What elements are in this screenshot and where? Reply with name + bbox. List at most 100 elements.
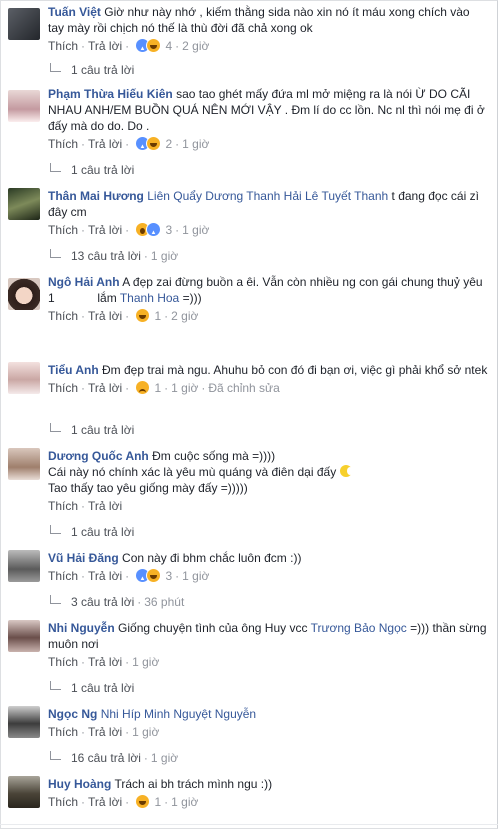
replies-count[interactable]: 16 câu trả lời: [71, 751, 141, 765]
comment-tag[interactable]: Trương Bảo Ngọc: [311, 621, 407, 635]
edited-label[interactable]: Đã chỉnh sửa: [208, 381, 279, 395]
avatar[interactable]: [8, 90, 40, 122]
avatar[interactable]: [8, 620, 40, 652]
replies-count[interactable]: 1 câu trả lời: [71, 63, 134, 77]
comment-time[interactable]: 1 giờ: [132, 725, 159, 739]
comment-actions: Thích·Trả lời· 4·2 giờ: [48, 38, 488, 57]
reactions[interactable]: [135, 794, 151, 809]
reactions[interactable]: [135, 136, 162, 155]
like-reaction-icon: [146, 222, 162, 241]
reply-link[interactable]: Trả lời: [88, 795, 122, 809]
reply-link[interactable]: Trả lời: [88, 223, 122, 237]
comment-tags[interactable]: Nhi Híp Minh Nguyệt Nguyễn: [101, 707, 256, 721]
like-link[interactable]: Thích: [48, 499, 78, 513]
reply-arrow-icon: [50, 249, 61, 258]
like-link[interactable]: Thích: [48, 795, 78, 809]
replies-count[interactable]: 13 câu trả lời: [71, 249, 141, 263]
view-replies[interactable]: 16 câu trả lời · 1 giờ: [50, 750, 178, 766]
replies-count[interactable]: 1 câu trả lời: [71, 423, 134, 437]
reactions[interactable]: [135, 380, 151, 395]
reactions[interactable]: [135, 568, 162, 587]
reactions[interactable]: [135, 38, 162, 57]
view-replies[interactable]: 1 câu trả lời: [50, 62, 134, 78]
comment-text-end: =))): [182, 291, 202, 305]
reply-arrow-icon: [50, 681, 61, 690]
comment-time[interactable]: 2 giờ: [171, 309, 198, 323]
view-replies[interactable]: 1 câu trả lời: [50, 422, 134, 438]
comment-author[interactable]: Phạm Thừa Hiếu Kiên: [48, 87, 173, 101]
comment-author[interactable]: Huy Hoàng: [48, 777, 111, 791]
haha-reaction-icon: [146, 568, 162, 583]
reply-link[interactable]: Trả lời: [88, 569, 122, 583]
view-replies[interactable]: 3 câu trả lời · 36 phút: [50, 594, 184, 610]
replies-time[interactable]: 36 phút: [144, 595, 184, 609]
comment-time[interactable]: 1 giờ: [171, 795, 198, 809]
reply-arrow-icon: [50, 595, 61, 604]
replies-count[interactable]: 1 câu trả lời: [71, 525, 134, 539]
like-link[interactable]: Thích: [48, 39, 78, 53]
comment-author[interactable]: Ngô Hải Anh: [48, 275, 120, 289]
view-replies[interactable]: 13 câu trả lời · 1 giờ: [50, 248, 178, 264]
comment-author[interactable]: Dương Quốc Anh: [48, 449, 149, 463]
reply-link[interactable]: Trả lời: [88, 137, 122, 151]
comment-author[interactable]: Tiểu Anh: [48, 363, 99, 377]
avatar[interactable]: [8, 448, 40, 480]
sad-reaction-icon: [135, 380, 151, 395]
comment-actions: Thích · Trả lời · 1 · 2 giờ: [48, 308, 199, 323]
haha-reaction-icon: [146, 136, 162, 151]
comment-text-cont: lắm: [97, 291, 117, 305]
avatar[interactable]: [8, 776, 40, 808]
comment-text: Đm đẹp trai mà ngu. Ahuhu bỏ con đó đi b…: [102, 363, 488, 377]
comment-author[interactable]: Thân Mai Hương: [48, 189, 144, 203]
replies-count[interactable]: 1 câu trả lời: [71, 163, 134, 177]
avatar[interactable]: [8, 8, 40, 40]
like-link[interactable]: Thích: [48, 309, 78, 323]
avatar[interactable]: [8, 706, 40, 738]
comment-time[interactable]: 1 giờ: [132, 655, 159, 669]
reply-link[interactable]: Trả lời: [88, 499, 122, 513]
avatar[interactable]: [8, 550, 40, 582]
like-link[interactable]: Thích: [48, 725, 78, 739]
reactions[interactable]: [135, 308, 151, 323]
like-link[interactable]: Thích: [48, 223, 78, 237]
like-link[interactable]: Thích: [48, 569, 78, 583]
comment-author[interactable]: Tuấn Việt: [48, 5, 101, 19]
replies-time[interactable]: 1 giờ: [151, 249, 178, 263]
like-link[interactable]: Thích: [48, 137, 78, 151]
reply-arrow-icon: [50, 163, 61, 172]
avatar[interactable]: [8, 362, 40, 394]
avatar[interactable]: [8, 188, 40, 220]
comment-time[interactable]: 1 giờ: [182, 137, 209, 151]
comment-time[interactable]: 1 giờ: [182, 569, 209, 583]
view-replies[interactable]: 1 câu trả lời: [50, 680, 134, 696]
like-link[interactable]: Thích: [48, 655, 78, 669]
view-replies[interactable]: 1 câu trả lời: [50, 524, 134, 540]
comment-time[interactable]: 2 giờ: [182, 39, 209, 53]
comment-author[interactable]: Vũ Hải Đăng: [48, 551, 119, 565]
comment-actions: Thích·Trả lời· 2·1 giờ: [48, 136, 488, 155]
reply-link[interactable]: Trả lời: [88, 39, 122, 53]
reactions[interactable]: [135, 222, 162, 241]
reply-link[interactable]: Trả lời: [88, 309, 122, 323]
comment-time[interactable]: 1 giờ: [182, 223, 209, 237]
reply-link[interactable]: Trả lời: [88, 381, 122, 395]
reply-link[interactable]: Trả lời: [88, 725, 122, 739]
comment-tags[interactable]: Liên Quẩy Dương Thanh Hải Lê Tuyết Thanh: [147, 189, 388, 203]
comment-time[interactable]: 1 giờ: [171, 381, 198, 395]
replies-time[interactable]: 1 giờ: [151, 751, 178, 765]
reply-link[interactable]: Trả lời: [88, 655, 122, 669]
moon-emoji-icon: [340, 465, 354, 477]
view-replies[interactable]: 1 câu trả lời: [50, 162, 134, 178]
replies-count[interactable]: 1 câu trả lời: [71, 681, 134, 695]
replies-count[interactable]: 3 câu trả lời: [71, 595, 134, 609]
avatar[interactable]: [8, 278, 40, 310]
comment-actions: Thích·Trả lời· 3·1 giờ: [48, 222, 488, 241]
comment-author[interactable]: Ngọc Ng: [48, 707, 97, 721]
like-link[interactable]: Thích: [48, 381, 78, 395]
comment-text: Đm cuộc sống mà =)))): [152, 449, 276, 463]
comment-actions: Thích·Trả lời· 3·1 giờ: [48, 568, 488, 587]
comment-tag[interactable]: Thanh Hoa: [120, 291, 179, 305]
comment-author[interactable]: Nhi Nguyễn: [48, 621, 115, 635]
comment-text: Con này đi bhm chắc luôn đcm :)): [122, 551, 302, 565]
reply-arrow-icon: [50, 63, 61, 72]
